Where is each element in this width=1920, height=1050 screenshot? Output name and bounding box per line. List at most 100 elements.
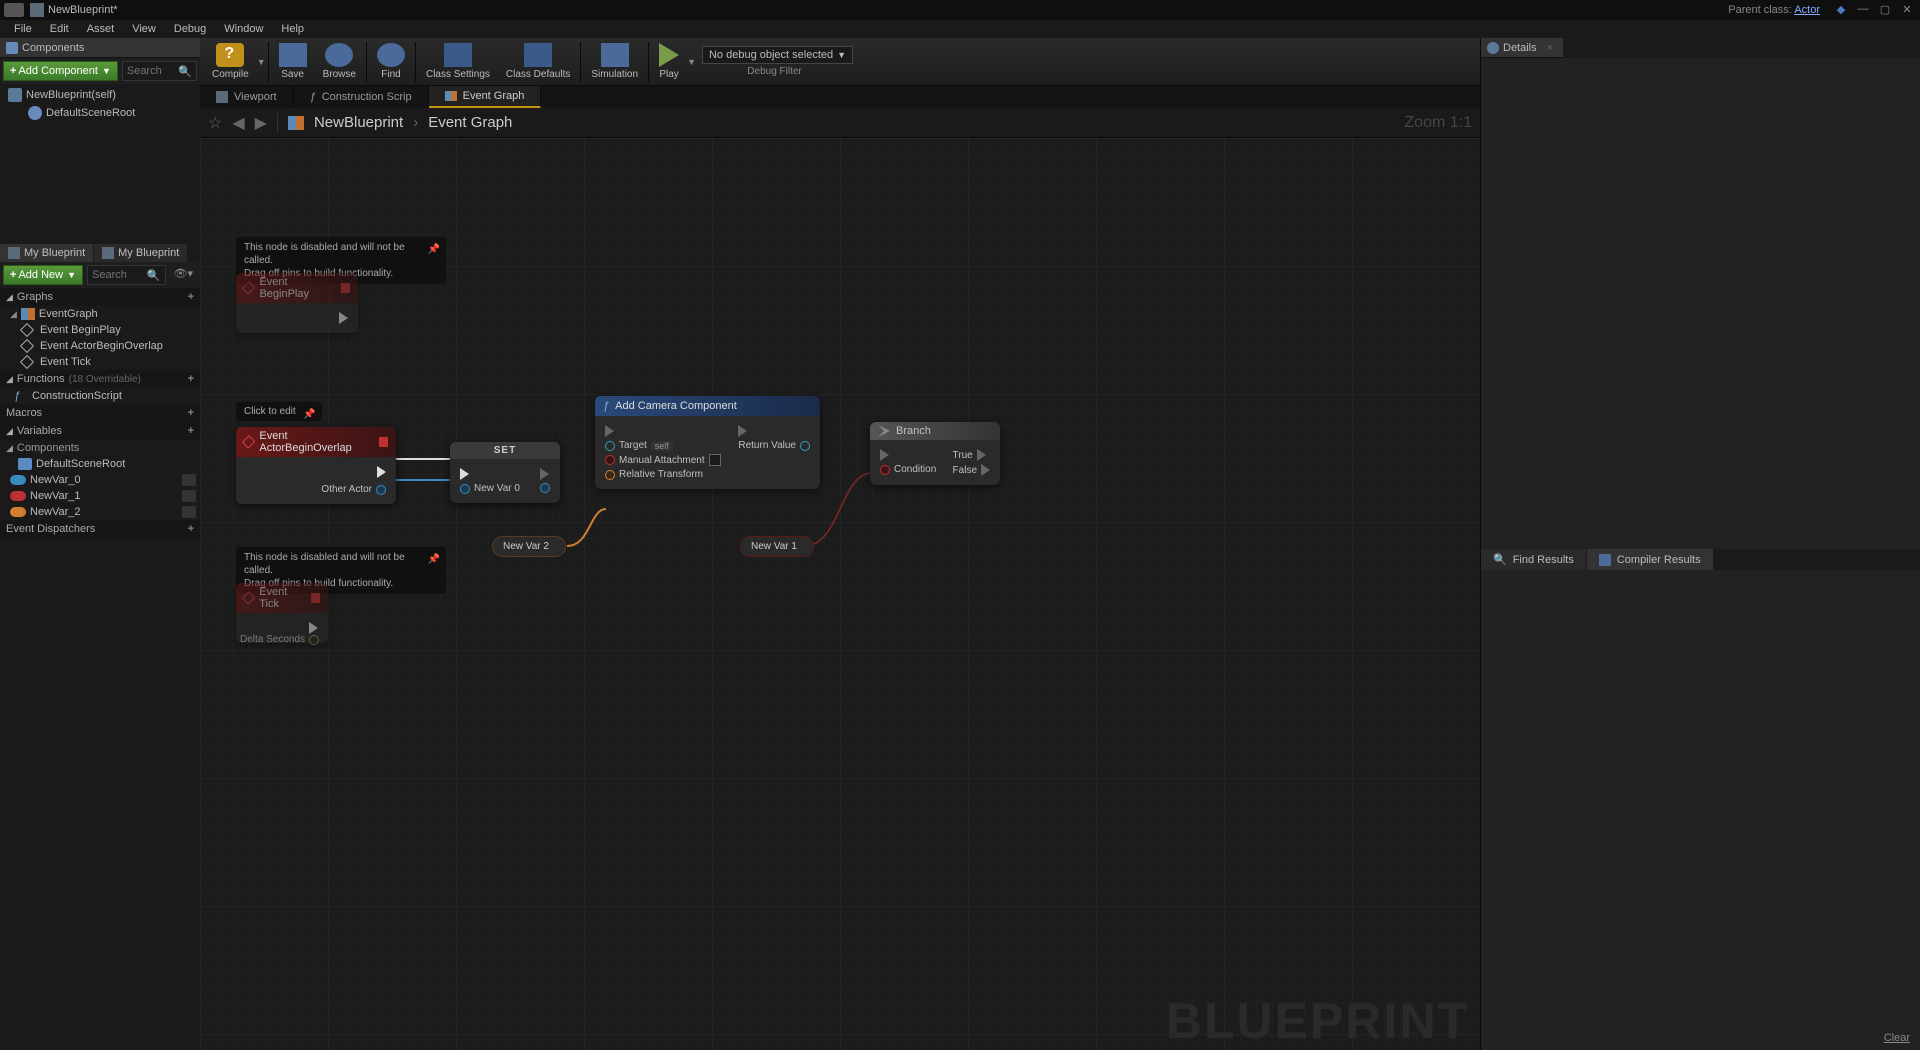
save-button[interactable]: Save <box>271 39 315 85</box>
pin-true[interactable]: True <box>953 449 990 461</box>
variable-item-newvar0[interactable]: NewVar_0 <box>0 472 200 488</box>
event-delegate-pin[interactable] <box>341 283 350 293</box>
find-button[interactable]: Find <box>369 39 413 85</box>
exec-in-pin[interactable] <box>460 468 520 480</box>
components-search[interactable]: 🔍 <box>122 61 197 81</box>
graph-item-eventgraph[interactable]: ◢ EventGraph <box>0 306 200 322</box>
exec-in-pin[interactable] <box>880 449 936 461</box>
class-settings-button[interactable]: Class Settings <box>418 39 498 85</box>
breadcrumb-parent[interactable]: NewBlueprint <box>314 114 403 131</box>
close-tab-button[interactable]: × <box>1547 42 1553 54</box>
exec-out-pin[interactable] <box>339 312 348 324</box>
pin-condition[interactable]: Condition <box>880 464 936 475</box>
component-item-scene-root[interactable]: DefaultSceneRoot <box>0 104 200 122</box>
graph-canvas[interactable]: This node is disabled and will not be ca… <box>200 138 1480 1050</box>
node-get-newvar2[interactable]: New Var 2 <box>492 536 566 557</box>
view-options-button[interactable]: 👁▾ <box>170 265 198 285</box>
tab-viewport[interactable]: Viewport <box>200 86 294 108</box>
menu-file[interactable]: File <box>6 21 40 37</box>
menu-edit[interactable]: Edit <box>42 21 77 37</box>
variable-item-scene-root[interactable]: DefaultSceneRoot <box>0 456 200 472</box>
nav-forward-button[interactable]: ▶ <box>255 113 267 133</box>
event-delegate-pin[interactable] <box>311 593 320 603</box>
compile-button[interactable]: Compile <box>204 39 257 85</box>
node-event-beginplay[interactable]: Event BeginPlay <box>236 273 358 333</box>
add-macro-button[interactable]: + <box>188 407 194 419</box>
exec-in-pin[interactable] <box>605 425 721 437</box>
debug-object-selector[interactable]: No debug object selected ▼ <box>702 46 853 64</box>
exec-out-pin[interactable] <box>377 466 386 478</box>
myblueprint-search-input[interactable] <box>92 269 147 281</box>
myblueprint-tab-2[interactable]: My Blueprint <box>94 244 187 262</box>
add-variable-button[interactable]: + <box>188 425 194 437</box>
tab-construction-script[interactable]: ƒ Construction Scrip <box>294 86 429 108</box>
event-delegate-pin[interactable] <box>379 437 388 447</box>
add-graph-button[interactable]: + <box>188 291 194 303</box>
pin-manual-attachment[interactable]: Manual Attachment <box>605 454 721 466</box>
class-defaults-button[interactable]: Class Defaults <box>498 39 578 85</box>
node-set-variable[interactable]: SET New Var 0 <box>450 442 560 503</box>
simulation-button[interactable]: Simulation <box>583 39 646 85</box>
pin-newvar0-out[interactable] <box>540 483 550 493</box>
graph-item-overlap[interactable]: Event ActorBeginOverlap <box>0 338 200 354</box>
exec-out-pin[interactable] <box>309 622 318 634</box>
add-function-button[interactable]: + <box>188 373 194 385</box>
exec-out-pin[interactable] <box>540 468 550 480</box>
compile-dropdown[interactable]: ▼ <box>257 57 266 67</box>
parent-class-link[interactable]: Actor <box>1794 4 1820 16</box>
pin-icon[interactable]: 📌 <box>428 553 440 566</box>
section-functions[interactable]: ◢ Functions (18 Overridable) + <box>0 370 200 388</box>
pin-other-actor[interactable]: Other Actor <box>321 484 386 495</box>
menu-help[interactable]: Help <box>273 21 312 37</box>
pin-relative-transform[interactable]: Relative Transform <box>605 469 721 480</box>
exec-out-pin[interactable] <box>738 425 810 437</box>
clear-results-button[interactable]: Clear <box>1884 1032 1910 1044</box>
tab-compiler-results[interactable]: Compiler Results <box>1587 549 1713 570</box>
menu-asset[interactable]: Asset <box>79 21 123 37</box>
node-get-newvar1[interactable]: New Var 1 <box>740 536 814 557</box>
components-search-input[interactable] <box>127 65 178 77</box>
close-button[interactable]: ✕ <box>1898 3 1916 17</box>
visibility-toggle[interactable] <box>182 506 196 518</box>
function-item-construction[interactable]: ƒ ConstructionScript <box>0 388 200 404</box>
play-button[interactable]: Play <box>651 39 687 85</box>
components-tab[interactable]: Components <box>0 38 200 58</box>
section-dispatchers[interactable]: Event Dispatchers + <box>0 520 200 538</box>
node-event-actorbeginoverlap[interactable]: Event ActorBeginOverlap Other Actor <box>236 427 396 504</box>
section-variables[interactable]: ◢ Variables + <box>0 422 200 440</box>
minimize-button[interactable]: — <box>1854 3 1872 17</box>
pin-false[interactable]: False <box>953 464 990 476</box>
myblueprint-tab-1[interactable]: My Blueprint <box>0 244 93 262</box>
comment-click-to-edit[interactable]: Click to edit 📌 <box>236 402 322 421</box>
graph-item-beginplay[interactable]: Event BeginPlay <box>0 322 200 338</box>
tab-event-graph[interactable]: Event Graph <box>429 86 542 108</box>
variable-item-newvar2[interactable]: NewVar_2 <box>0 504 200 520</box>
myblueprint-search[interactable]: 🔍 <box>87 265 166 285</box>
pin-target[interactable]: Target self <box>605 440 721 451</box>
variable-group-components[interactable]: ◢ Components <box>0 440 200 456</box>
checkbox[interactable] <box>709 454 721 466</box>
add-new-button[interactable]: + Add New ▼ <box>3 265 83 285</box>
variable-item-newvar1[interactable]: NewVar_1 <box>0 488 200 504</box>
tab-find-results[interactable]: 🔍 Find Results <box>1481 549 1586 570</box>
add-dispatcher-button[interactable]: + <box>188 523 194 535</box>
menu-view[interactable]: View <box>124 21 164 37</box>
favorite-button[interactable]: ☆ <box>208 113 222 133</box>
pin-icon[interactable]: 📌 <box>428 243 440 256</box>
play-dropdown[interactable]: ▼ <box>687 57 696 67</box>
menu-debug[interactable]: Debug <box>166 21 214 37</box>
browse-button[interactable]: Browse <box>315 39 364 85</box>
graph-item-tick[interactable]: Event Tick <box>0 354 200 370</box>
source-control-icon[interactable]: ◆ <box>1832 3 1850 17</box>
nav-back-button[interactable]: ◀ <box>232 113 244 133</box>
component-item-self[interactable]: NewBlueprint(self) <box>0 86 200 104</box>
details-tab[interactable]: Details × <box>1481 38 1563 58</box>
pin-icon[interactable]: 📌 <box>303 408 315 421</box>
pin-newvar0-in[interactable]: New Var 0 <box>460 483 520 494</box>
maximize-button[interactable]: ▢ <box>1876 3 1894 17</box>
pin-return-value[interactable]: Return Value <box>738 440 810 451</box>
node-branch[interactable]: Branch Condition True <box>870 422 1000 485</box>
visibility-toggle[interactable] <box>182 474 196 486</box>
visibility-toggle[interactable] <box>182 490 196 502</box>
section-graphs[interactable]: ◢ Graphs + <box>0 288 200 306</box>
